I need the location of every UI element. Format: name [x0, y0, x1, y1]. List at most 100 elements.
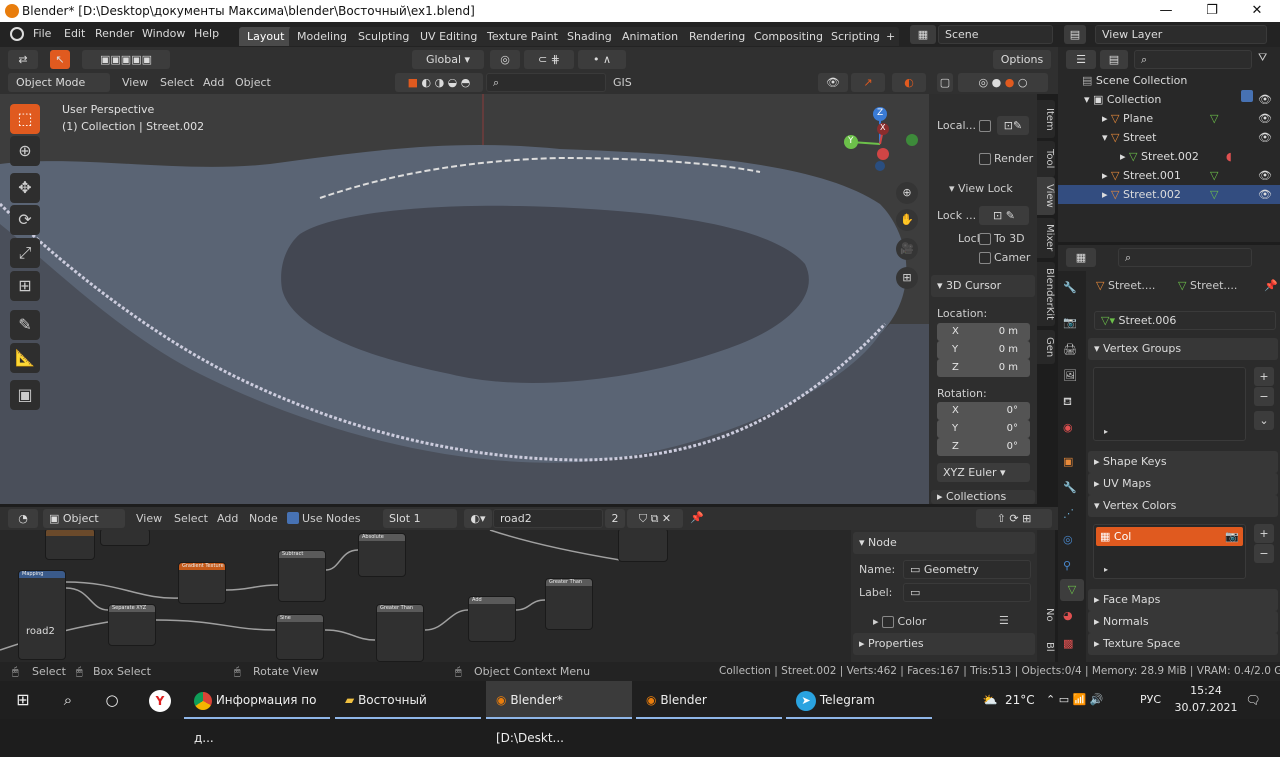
- modifier-tab-icon[interactable]: 🔧: [1063, 481, 1077, 494]
- 3d-viewport[interactable]: User Perspective (1) Collection | Street…: [0, 94, 930, 504]
- collections-section[interactable]: ▸ Collections: [931, 490, 1035, 504]
- minimize-button[interactable]: —: [1143, 0, 1189, 22]
- zoom-icon[interactable]: ⊕: [896, 182, 918, 204]
- clock-time[interactable]: 15:24: [1176, 684, 1236, 697]
- properties-search-input[interactable]: ⌕: [1118, 248, 1252, 267]
- node-editor-type-icon[interactable]: ◔: [8, 509, 38, 528]
- close-button[interactable]: ✕: [1234, 0, 1280, 22]
- node-header-right-icons[interactable]: ⇧ ⟳ ⊞: [976, 509, 1052, 528]
- tab-texture-paint[interactable]: Texture Paint: [479, 27, 566, 46]
- menu-window[interactable]: Window: [142, 27, 185, 40]
- cursor-location-x[interactable]: X0 m: [937, 323, 1030, 341]
- tab-uv-editing[interactable]: UV Editing: [412, 27, 486, 46]
- lock-to-3d-checkbox[interactable]: [979, 233, 991, 245]
- add-cube-tool-icon[interactable]: ▣: [10, 380, 40, 410]
- mesh-name-field[interactable]: ▽▾ Street.006: [1094, 311, 1276, 330]
- xray-icon[interactable]: ▢: [937, 73, 953, 92]
- mode-dropdown[interactable]: Object Mode: [8, 73, 110, 92]
- rotate-tool-icon[interactable]: ⟳: [10, 205, 40, 235]
- clock-date[interactable]: 30.07.2021: [1170, 701, 1242, 714]
- material-browse-icon[interactable]: ◐▾: [464, 509, 492, 528]
- vertex-group-remove-button[interactable]: −: [1254, 387, 1274, 406]
- normals-section[interactable]: ▸ Normals: [1088, 611, 1278, 633]
- vertex-colors-section[interactable]: ▾ Vertex Colors: [1088, 495, 1278, 517]
- particles-tab-icon[interactable]: ⋰: [1063, 507, 1074, 520]
- scene-selector-icon[interactable]: ▦: [910, 25, 936, 44]
- node-editor[interactable]: Mapping road2 Gradient Texture Subtract …: [0, 530, 1055, 662]
- menu-edit[interactable]: Edit: [64, 27, 85, 40]
- properties-type-icon[interactable]: ▦: [1066, 248, 1096, 267]
- snap-icon[interactable]: ⊂ ⋕: [524, 50, 574, 69]
- scene-tab-icon[interactable]: ⛾: [1063, 395, 1072, 410]
- view-layer-field[interactable]: View Layer: [1095, 25, 1267, 44]
- view-lock-section[interactable]: ▾ View Lock: [949, 182, 1013, 195]
- 3d-cursor-section[interactable]: ▾ 3D Cursor: [931, 275, 1035, 297]
- weather-temp[interactable]: 21°C: [1005, 681, 1041, 719]
- tab-compositing[interactable]: Compositing: [746, 27, 831, 46]
- tab-sculpting[interactable]: Sculpting: [350, 27, 418, 46]
- shading-mode-icons[interactable]: ◎ ● ● ○: [958, 73, 1048, 92]
- tab-node[interactable]: No: [1037, 600, 1055, 630]
- node-section[interactable]: ▾ Node: [853, 532, 1035, 554]
- annotate-tool-icon[interactable]: ✎: [10, 310, 40, 340]
- maximize-button[interactable]: ❐: [1189, 0, 1235, 22]
- menu-render[interactable]: Render: [95, 27, 134, 40]
- select-mode-buttons[interactable]: ▣▣▣▣▣: [82, 50, 170, 69]
- mesh-data-tab-icon[interactable]: ▽: [1060, 579, 1084, 601]
- vertex-group-add-button[interactable]: +: [1254, 367, 1274, 386]
- pin-icon[interactable]: 📌: [690, 511, 704, 524]
- options-dropdown[interactable]: Options: [993, 50, 1051, 69]
- tab-animation[interactable]: Animation: [614, 27, 687, 46]
- taskbar-blender-active[interactable]: ◉ Blender* [D:\Deskt...: [486, 681, 632, 745]
- node-mapping[interactable]: Mapping: [18, 570, 66, 660]
- input-language[interactable]: РУС: [1140, 681, 1170, 719]
- editor-type-icon[interactable]: ⇄: [8, 50, 38, 69]
- constraints-tab-icon[interactable]: ⚲: [1063, 559, 1071, 572]
- node-greater-than-2[interactable]: Greater Than: [545, 578, 593, 630]
- tray-icons[interactable]: ⌃ ▭ 📶 🔊: [1046, 681, 1136, 719]
- cursor-rotation-x[interactable]: X 0°: [937, 402, 1030, 420]
- outliner-scene-collection[interactable]: ▤ Scene Collection: [1058, 71, 1280, 90]
- cursor-location-y[interactable]: Y0 m: [937, 341, 1030, 359]
- render-tab-icon[interactable]: 📷: [1063, 316, 1077, 329]
- node-sine[interactable]: Sine: [276, 614, 324, 660]
- tab-view[interactable]: View: [1037, 177, 1055, 215]
- camera-view-icon[interactable]: 🎥: [896, 238, 918, 260]
- select-tool-icon[interactable]: ↖: [50, 50, 70, 69]
- material-users-count[interactable]: 2: [605, 509, 625, 528]
- outliner-display-mode-icon[interactable]: ▤: [1100, 50, 1128, 69]
- lock-object-field[interactable]: ⊡ ✎: [979, 206, 1029, 225]
- search-icon[interactable]: ⌕: [48, 681, 88, 719]
- outliner-type-icon[interactable]: ☰: [1066, 50, 1096, 69]
- transform-tool-icon[interactable]: ⊞: [10, 271, 40, 301]
- select-box-tool-icon[interactable]: ⬚: [10, 104, 40, 134]
- object-tab-icon[interactable]: ▣: [1063, 455, 1073, 468]
- texture-tab-icon[interactable]: ▩: [1063, 637, 1073, 650]
- face-maps-section[interactable]: ▸ Face Maps: [1088, 589, 1278, 611]
- cursor-rotation-y[interactable]: Y 0°: [937, 420, 1030, 438]
- outliner-item-plane[interactable]: ▸ ▽ Plane ▽ 👁: [1058, 109, 1280, 128]
- local-camera-checkbox[interactable]: [979, 120, 991, 132]
- tab-bl[interactable]: Bl: [1037, 634, 1055, 660]
- weather-icon[interactable]: ⛅: [975, 681, 1005, 719]
- tab-shading[interactable]: Shading: [559, 27, 620, 46]
- outliner-item-street-002[interactable]: ▸ ▽ Street.002 ▽ 👁: [1058, 185, 1280, 204]
- outliner-item-collection[interactable]: ▾ ▣ Collection 👁: [1058, 90, 1280, 109]
- lock-camera-checkbox[interactable]: [979, 252, 991, 264]
- windows-start-icon[interactable]: ⊞: [0, 681, 46, 719]
- ortho-grid-icon[interactable]: ⊞: [896, 267, 918, 289]
- menu-file[interactable]: File: [33, 27, 51, 40]
- cursor-rotation-z[interactable]: Z 0°: [937, 438, 1030, 456]
- node-image[interactable]: [100, 530, 150, 546]
- tab-scripting[interactable]: Scripting: [823, 27, 888, 46]
- vertex-groups-list[interactable]: ▸: [1093, 367, 1246, 441]
- menu-help[interactable]: Help: [194, 27, 219, 40]
- material-tab-icon[interactable]: ◕: [1063, 609, 1073, 622]
- render-region-checkbox[interactable]: [979, 153, 991, 165]
- use-nodes-checkbox[interactable]: [287, 512, 299, 524]
- gizmo-toggle-icon[interactable]: ↗: [851, 73, 885, 92]
- taskbar-telegram[interactable]: ➤ Telegram: [786, 681, 932, 719]
- slot-dropdown[interactable]: Slot 1: [383, 509, 457, 528]
- node-subtract[interactable]: Subtract: [278, 550, 326, 602]
- node-menu-add[interactable]: Add: [217, 512, 238, 525]
